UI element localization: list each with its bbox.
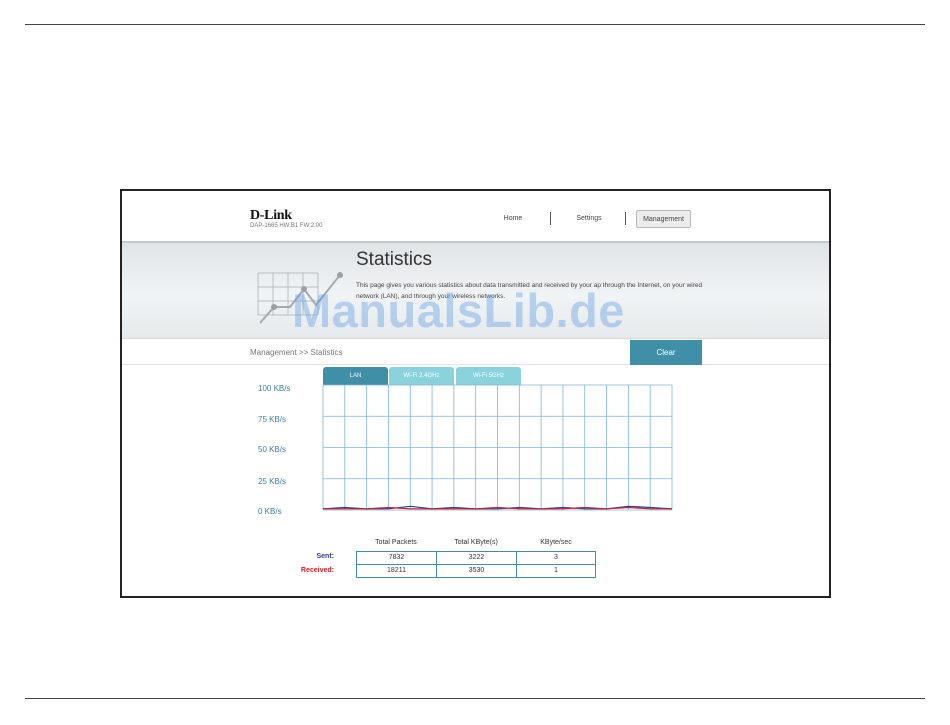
page-top-rule	[25, 24, 925, 25]
row-label-sent: Sent:	[316, 553, 335, 560]
sent-total-packets: 7832	[356, 551, 437, 565]
traffic-chart	[322, 384, 673, 511]
column-header-kbyte-per-sec: KByte/sec	[540, 539, 572, 546]
watermark: ManualsLib.de	[292, 284, 625, 337]
screenshot-frame: D-Link DAP-1665 HW:B1 FW:2.00 Home Setti…	[120, 189, 831, 598]
received-total-kbytes: 3530	[436, 564, 517, 578]
received-kbyte-per-sec: 1	[516, 564, 596, 578]
sent-total-kbytes: 3222	[436, 551, 517, 565]
row-label-received: Received:	[300, 567, 334, 574]
column-header-total-kbytes: Total KByte(s)	[454, 539, 498, 546]
page-bottom-rule	[25, 698, 925, 699]
sent-kbyte-per-sec: 3	[516, 551, 596, 565]
received-total-packets: 18211	[356, 564, 437, 578]
column-header-total-packets: Total Packets	[375, 539, 417, 546]
